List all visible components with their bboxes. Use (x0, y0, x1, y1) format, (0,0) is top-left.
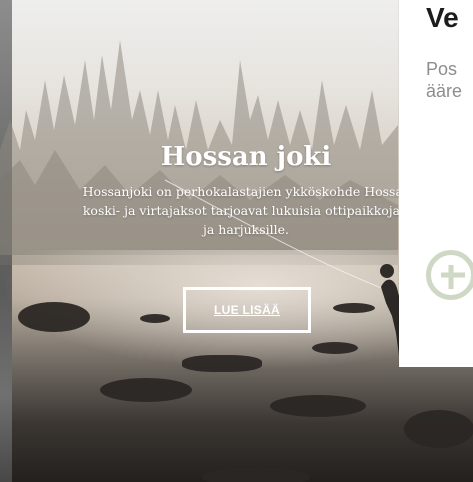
read-more-button[interactable]: LUE LISÄÄ (183, 287, 311, 333)
plus-circle-icon[interactable] (426, 250, 473, 300)
side-card: Ve Pos ääre (399, 0, 473, 367)
side-card-description-line: Pos (426, 59, 458, 79)
side-card-description: Pos ääre (426, 58, 462, 102)
side-card-description-line: ääre (426, 81, 463, 101)
side-card-title: Ve (426, 2, 459, 33)
